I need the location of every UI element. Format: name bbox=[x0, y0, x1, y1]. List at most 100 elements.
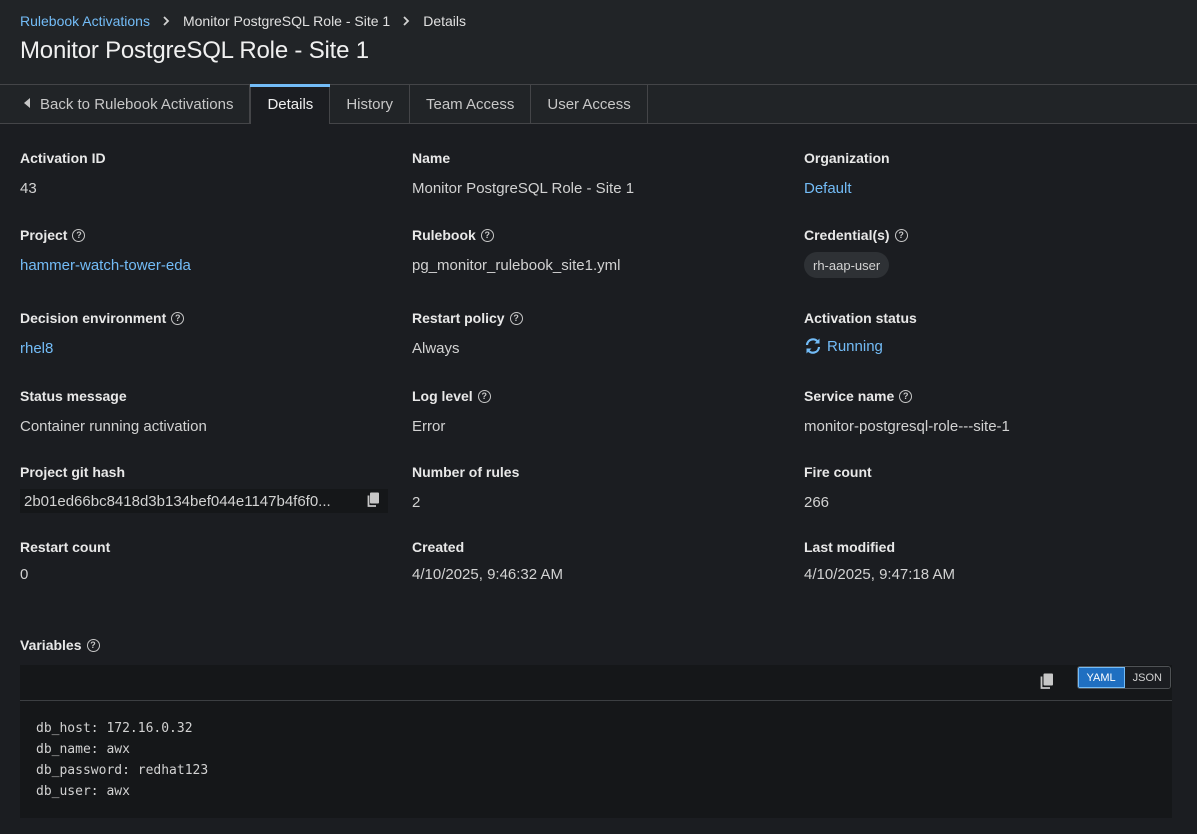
page-header: Rulebook Activations Monitor PostgreSQL … bbox=[0, 0, 1197, 84]
field-restart-policy: Restart policy ? Always bbox=[412, 309, 782, 358]
status-badge: Running bbox=[804, 336, 1174, 356]
credential-chip: rh-aap-user bbox=[804, 252, 890, 278]
question-circle-icon[interactable]: ? bbox=[894, 228, 908, 242]
field-label: Last modified bbox=[804, 539, 896, 555]
status-text: Running bbox=[827, 337, 883, 355]
field-label: Restart policy ? bbox=[412, 309, 782, 327]
field-label: Created bbox=[412, 539, 465, 555]
format-toggle: YAML JSON bbox=[1076, 666, 1171, 689]
field-status-message: Status message Container running activat… bbox=[20, 387, 390, 436]
tab-back-label: Back to Rulebook Activations bbox=[40, 96, 234, 113]
field-label-text: Rulebook bbox=[412, 227, 476, 243]
field-created: Created 4/10/2025, 9:46:32 AM bbox=[412, 538, 782, 584]
field-decision-environment: Decision environment ? rhel8 bbox=[20, 309, 390, 358]
caret-left-icon bbox=[24, 98, 30, 111]
field-activation-id: Activation ID 43 bbox=[20, 149, 390, 198]
field-project-git-hash: Project git hash 2b01ed66bc8418d3b134bef… bbox=[20, 463, 390, 513]
page-title: Monitor PostgreSQL Role - Site 1 bbox=[20, 37, 369, 64]
question-circle-icon[interactable]: ? bbox=[86, 638, 100, 652]
tab-back[interactable]: Back to Rulebook Activations bbox=[0, 85, 251, 124]
field-last-modified: Last modified 4/10/2025, 9:47:18 AM bbox=[804, 538, 1174, 584]
field-label: Project ? bbox=[20, 226, 390, 244]
field-label-text: Service name bbox=[804, 388, 895, 404]
code-toolbar: YAML JSON bbox=[20, 665, 1172, 701]
question-circle-icon[interactable]: ? bbox=[72, 228, 86, 242]
field-value: Container running activation bbox=[20, 417, 207, 435]
details-panel: Activation ID 43 Name Monitor PostgreSQL… bbox=[0, 124, 1197, 834]
git-hash-box: 2b01ed66bc8418d3b134bef044e1147b4f6f0... bbox=[20, 489, 388, 513]
question-circle-icon[interactable]: ? bbox=[480, 228, 494, 242]
breadcrumb: Rulebook Activations Monitor PostgreSQL … bbox=[20, 13, 466, 29]
field-label: Number of rules bbox=[412, 464, 520, 480]
field-log-level: Log level ? Error bbox=[412, 387, 782, 436]
tab-team-access[interactable]: Team Access bbox=[410, 85, 532, 124]
field-project: Project ? hammer-watch-tower-eda bbox=[20, 226, 390, 275]
tab-user-access[interactable]: User Access bbox=[531, 85, 648, 124]
code-line: db_name: awx bbox=[36, 742, 130, 757]
field-number-of-rules: Number of rules 2 bbox=[412, 463, 782, 512]
field-value: pg_monitor_rulebook_site1.yml bbox=[412, 256, 621, 274]
field-label-text: Log level bbox=[412, 388, 473, 404]
decision-environment-link[interactable]: rhel8 bbox=[20, 338, 390, 358]
field-label: Name bbox=[412, 150, 451, 166]
field-label: Project git hash bbox=[20, 464, 126, 480]
field-fire-count: Fire count 266 bbox=[804, 463, 1174, 512]
field-label: Status message bbox=[20, 388, 127, 404]
field-value: monitor-postgresql-role---site-1 bbox=[804, 417, 1010, 435]
code-content[interactable]: db_host: 172.16.0.32 db_name: awx db_pas… bbox=[20, 701, 1172, 802]
question-circle-icon[interactable]: ? bbox=[171, 311, 185, 325]
field-service-name: Service name ? monitor-postgresql-role--… bbox=[804, 387, 1174, 436]
field-label: Restart count bbox=[20, 539, 111, 555]
code-line: db_host: 172.16.0.32 bbox=[36, 721, 193, 736]
field-label-text: Restart policy bbox=[412, 310, 505, 326]
tab-history[interactable]: History bbox=[330, 85, 410, 124]
copy-icon[interactable] bbox=[366, 492, 380, 512]
field-label-text: Decision environment bbox=[20, 310, 167, 326]
field-value: 4/10/2025, 9:46:32 AM bbox=[412, 565, 563, 583]
field-label: Log level ? bbox=[412, 387, 782, 405]
field-label-text: Project bbox=[20, 227, 68, 243]
question-circle-icon[interactable]: ? bbox=[509, 311, 523, 325]
variables-label: Variables ? bbox=[20, 636, 100, 654]
field-label: Fire count bbox=[804, 464, 872, 480]
field-label: Credential(s) ? bbox=[804, 226, 1174, 244]
chevron-right-icon bbox=[403, 16, 410, 26]
variables-code-block: YAML JSON db_host: 172.16.0.32 db_name: … bbox=[20, 665, 1172, 818]
breadcrumb-current: Details bbox=[423, 13, 467, 29]
field-name: Name Monitor PostgreSQL Role - Site 1 bbox=[412, 149, 782, 198]
organization-link[interactable]: Default bbox=[804, 178, 1174, 198]
variables-label-text: Variables bbox=[20, 637, 82, 653]
field-value: Monitor PostgreSQL Role - Site 1 bbox=[412, 179, 635, 197]
field-label: Service name ? bbox=[804, 387, 1174, 405]
field-value: 0 bbox=[20, 565, 29, 583]
field-label: Rulebook ? bbox=[412, 226, 782, 244]
git-hash-value: 2b01ed66bc8418d3b134bef044e1147b4f6f0... bbox=[24, 492, 331, 510]
tab-details[interactable]: Details bbox=[250, 84, 331, 124]
field-activation-status: Activation status Running bbox=[804, 309, 1174, 356]
json-toggle-button[interactable]: JSON bbox=[1124, 667, 1170, 688]
field-value: 43 bbox=[20, 179, 37, 197]
field-value: 266 bbox=[804, 493, 830, 511]
field-rulebook: Rulebook ? pg_monitor_rulebook_site1.yml bbox=[412, 226, 782, 275]
field-credentials: Credential(s) ? rh-aap-user bbox=[804, 226, 1174, 278]
field-restart-count: Restart count 0 bbox=[20, 538, 390, 584]
field-label: Activation status bbox=[804, 310, 917, 326]
project-link[interactable]: hammer-watch-tower-eda bbox=[20, 255, 390, 275]
breadcrumb-activation: Monitor PostgreSQL Role - Site 1 bbox=[182, 13, 391, 29]
sync-icon bbox=[805, 338, 821, 354]
tab-bar: Back to Rulebook Activations Details His… bbox=[0, 84, 1197, 124]
chevron-right-icon bbox=[163, 16, 170, 26]
question-circle-icon[interactable]: ? bbox=[899, 389, 913, 403]
breadcrumb-rulebook-activations[interactable]: Rulebook Activations bbox=[20, 13, 150, 29]
copy-icon[interactable] bbox=[1039, 673, 1054, 695]
field-value: Error bbox=[412, 417, 446, 435]
field-value: Always bbox=[412, 339, 460, 357]
field-value: 4/10/2025, 9:47:18 AM bbox=[804, 565, 955, 583]
question-circle-icon[interactable]: ? bbox=[477, 389, 491, 403]
yaml-toggle-button[interactable]: YAML bbox=[1077, 667, 1125, 688]
field-value: 2 bbox=[412, 493, 421, 511]
field-organization: Organization Default bbox=[804, 149, 1174, 198]
field-label: Organization bbox=[804, 150, 890, 166]
code-line: db_user: awx bbox=[36, 784, 130, 799]
field-label: Activation ID bbox=[20, 150, 106, 166]
